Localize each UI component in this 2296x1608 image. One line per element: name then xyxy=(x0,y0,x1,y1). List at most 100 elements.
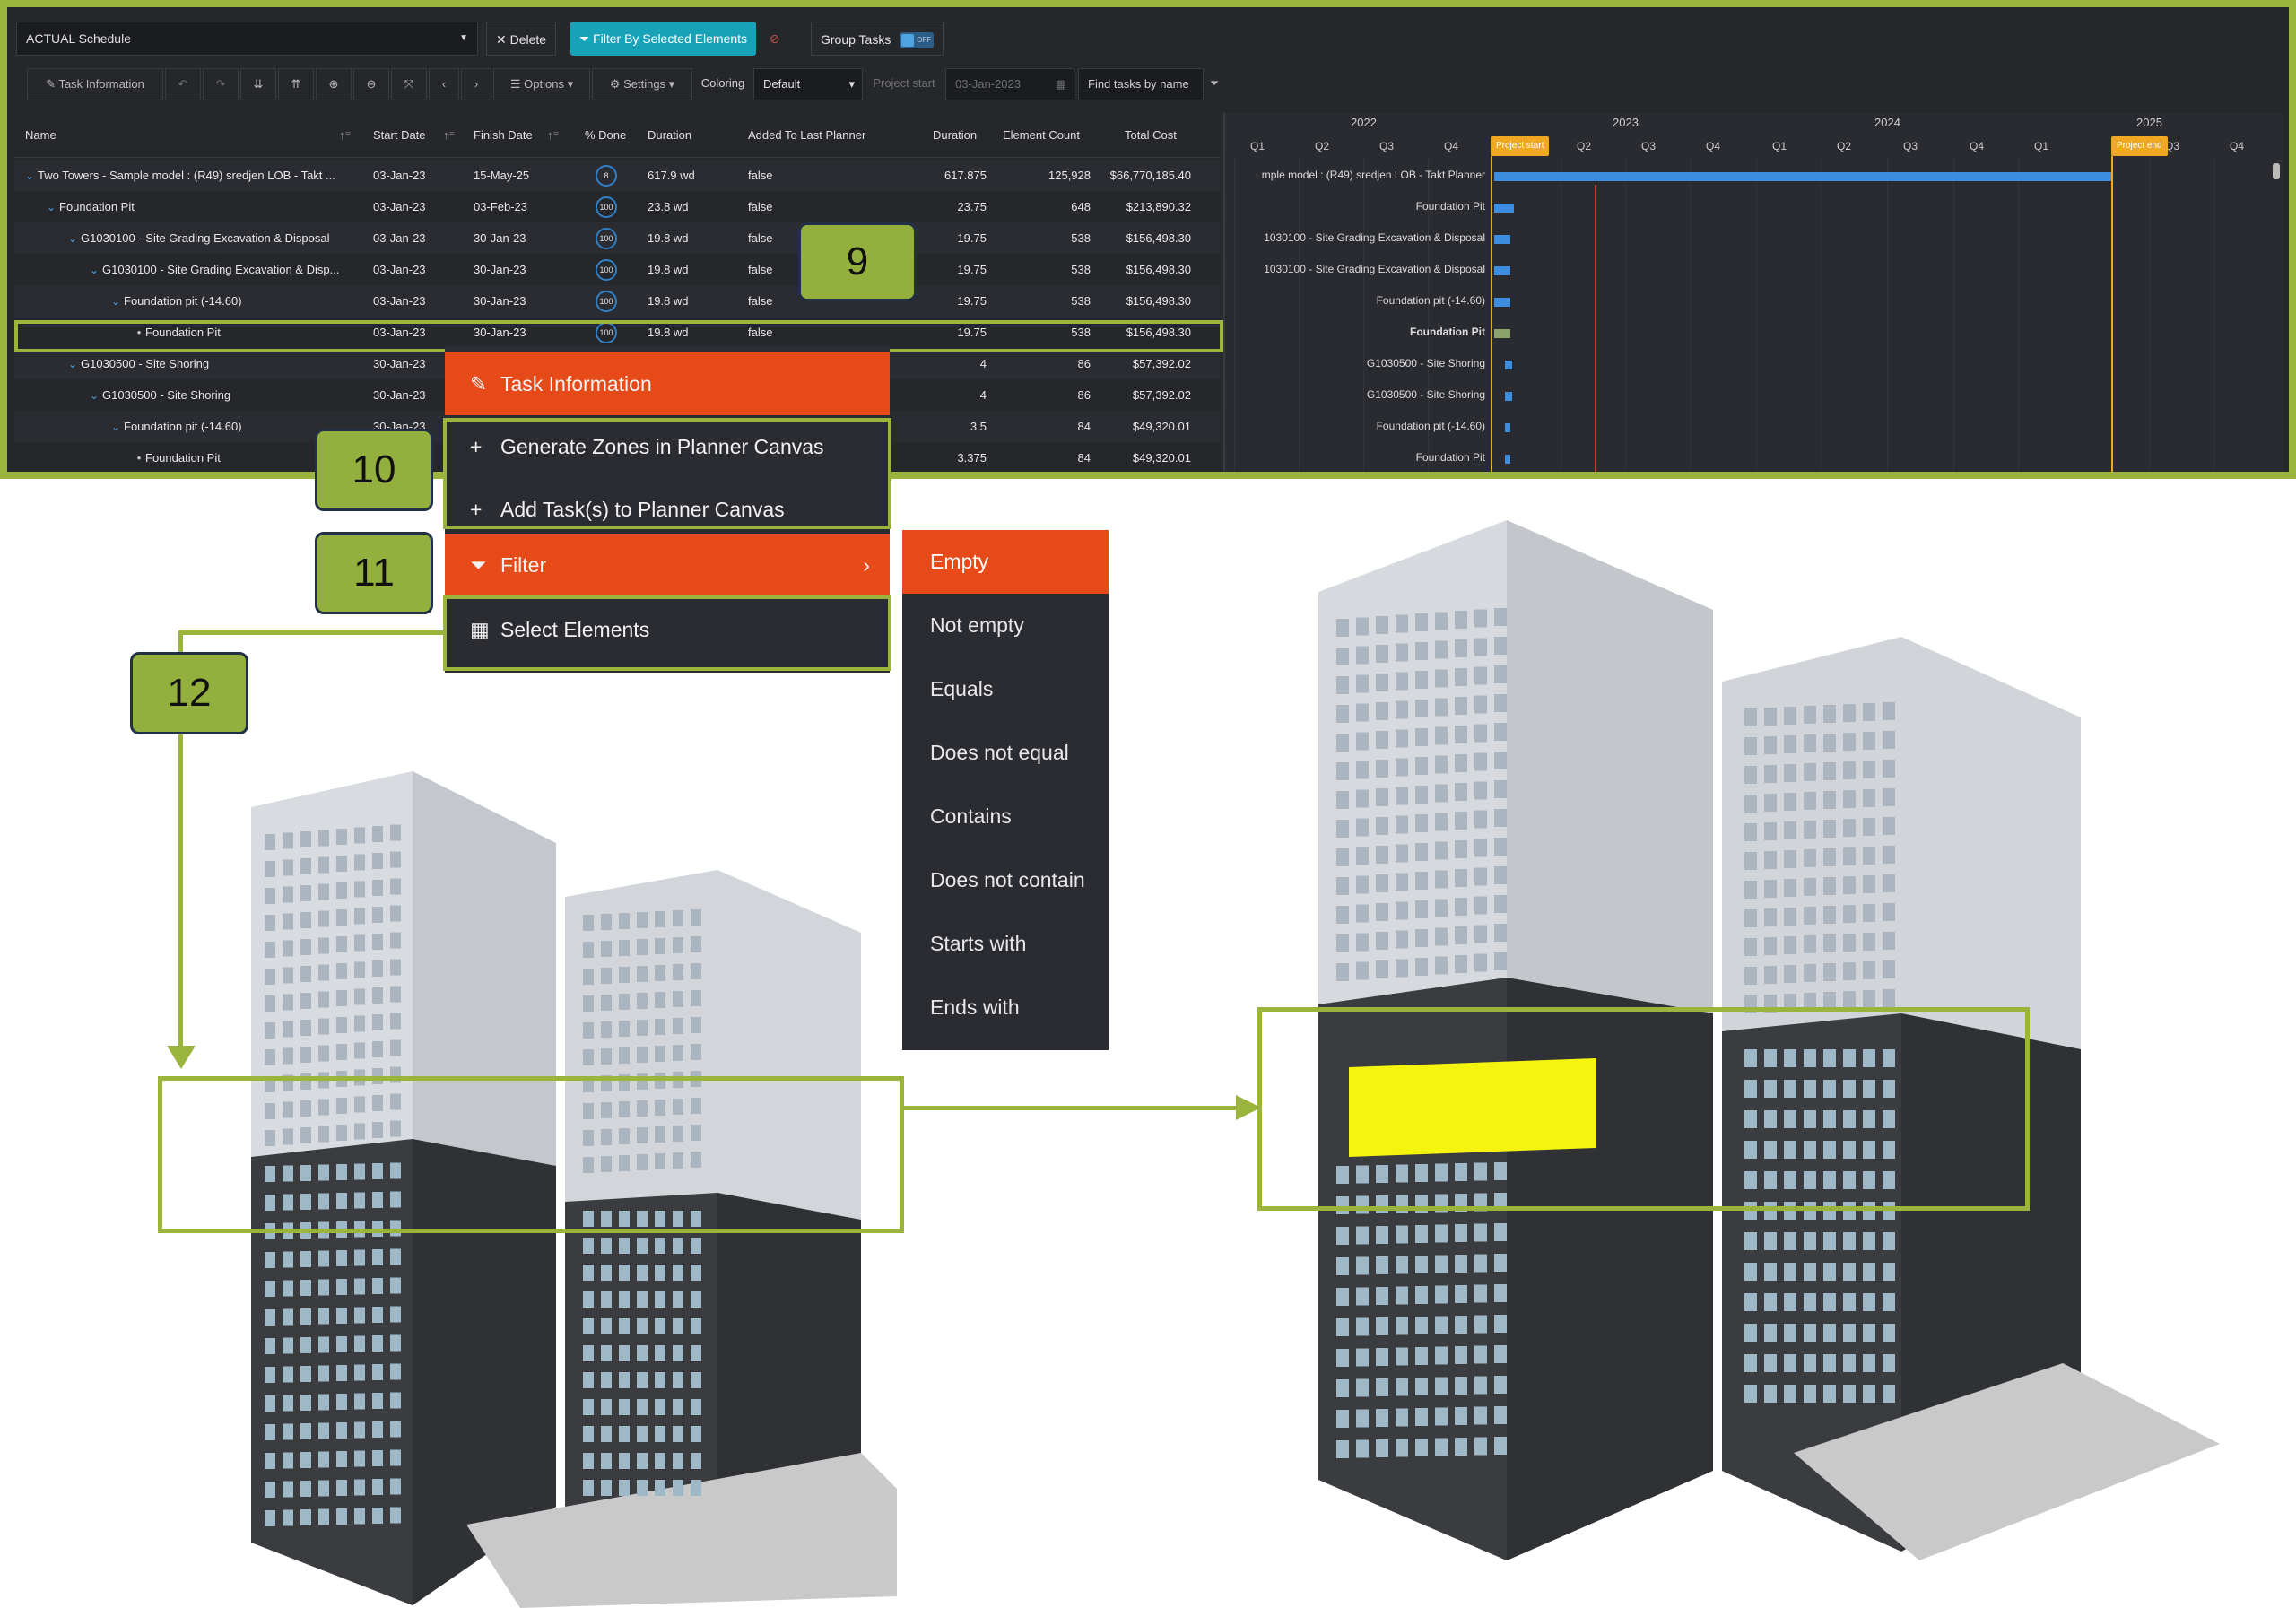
options-button[interactable]: ☰ Options ▾ xyxy=(493,68,590,100)
gear-icon: ⚙ xyxy=(609,77,624,91)
gantt-gridline xyxy=(1887,158,1888,472)
task-name: Foundation pit (-14.60) xyxy=(124,294,242,308)
table-row[interactable]: ⌄ Foundation pit (-14.60) 03-Jan-23 30-Jan-… xyxy=(14,285,1221,317)
task-name-cell[interactable]: ⌄ G1030500 - Site Shoring xyxy=(68,348,364,379)
task-name-cell[interactable]: ⌄ G1030500 - Site Shoring xyxy=(90,379,364,411)
table-row[interactable]: ⌄ G1030100 - Site Grading Excavation & Di… xyxy=(14,222,1221,254)
col-element-count[interactable]: Element Count xyxy=(1003,113,1080,158)
duration-cell: 617.9 wd xyxy=(648,169,695,182)
filter-option[interactable]: Not empty xyxy=(902,594,1109,657)
menu-item-filter[interactable]: ⏷ Filter › xyxy=(445,534,890,596)
chevron-down-icon[interactable]: ⌄ xyxy=(68,349,81,379)
bullet-icon: • xyxy=(136,451,142,465)
col-start-date[interactable]: Start Date xyxy=(373,113,426,158)
sort-icon[interactable]: ↑⁼ xyxy=(547,113,559,158)
filter-option[interactable]: Does not equal xyxy=(902,721,1109,785)
year-label: 2023 xyxy=(1613,116,1639,129)
gantt-bar[interactable] xyxy=(1494,235,1510,244)
chevron-down-icon[interactable]: ⌄ xyxy=(90,255,102,285)
chevron-down-icon[interactable]: ⌄ xyxy=(90,380,102,411)
filter-option[interactable]: Equals xyxy=(902,657,1109,721)
gantt-bar[interactable] xyxy=(1494,204,1514,213)
gantt-task-label: Foundation Pit xyxy=(1410,326,1485,338)
group-tasks-toggle[interactable]: OFF xyxy=(900,32,935,49)
col-percent-done[interactable]: % Done xyxy=(585,113,626,158)
total-cost-cell: $49,320.01 xyxy=(1132,420,1191,433)
chevron-down-icon[interactable]: ⌄ xyxy=(25,161,38,191)
gantt-bar[interactable] xyxy=(1494,298,1510,307)
group-tasks-control[interactable]: Group Tasks OFF xyxy=(811,22,944,56)
duration-cell: 23.8 wd xyxy=(648,200,689,213)
task-name: Foundation Pit xyxy=(59,200,135,213)
element-count-cell: 538 xyxy=(1071,231,1091,245)
gantt-bar[interactable] xyxy=(1505,455,1510,464)
zoom-in-icon[interactable]: ⊕ xyxy=(316,68,352,100)
gantt-bar[interactable] xyxy=(1494,172,2111,181)
filter-option[interactable]: Contains xyxy=(902,785,1109,848)
chevron-down-icon[interactable]: ⌄ xyxy=(111,412,124,442)
col-total-cost[interactable]: Total Cost xyxy=(1125,113,1177,158)
col-name[interactable]: Name xyxy=(25,113,57,158)
scroll-left-icon[interactable]: ‹ xyxy=(429,68,459,100)
coloring-select[interactable]: Default ▾ xyxy=(753,68,863,100)
fit-icon[interactable]: ⤧ xyxy=(391,68,427,100)
vertical-scrollbar[interactable] xyxy=(2273,163,2280,179)
percent-done-ring: 100 xyxy=(596,228,617,249)
total-cost-cell: $49,320.01 xyxy=(1132,451,1191,465)
chevron-down-icon[interactable]: ⌄ xyxy=(68,223,81,254)
menu-item-task-information[interactable]: ✎ Task Information xyxy=(445,352,890,415)
filter-option[interactable]: Does not contain xyxy=(902,848,1109,912)
task-name-cell[interactable]: ⌄ Foundation pit (-14.60) xyxy=(111,285,364,317)
undo-icon[interactable]: ↶ xyxy=(165,68,201,100)
filter-option[interactable]: Ends with xyxy=(902,976,1109,1039)
gantt-bar[interactable] xyxy=(1505,423,1510,432)
gantt-bar[interactable] xyxy=(1505,392,1512,401)
project-start-marker: Project start xyxy=(1491,136,1550,156)
element-count-cell: 86 xyxy=(1077,357,1091,370)
gantt-bar[interactable] xyxy=(1494,329,1510,338)
project-start-input[interactable]: 03-Jan-2023 ▦ xyxy=(945,68,1074,100)
col-duration[interactable]: Duration xyxy=(648,113,691,158)
redo-icon[interactable]: ↷ xyxy=(203,68,239,100)
sort-icon[interactable]: ↑⁼ xyxy=(339,113,351,158)
funnel-icon: ⏷ xyxy=(579,31,594,46)
chevron-down-icon: ▾ xyxy=(848,77,855,91)
task-name-cell[interactable]: ⌄ Foundation Pit xyxy=(47,191,364,222)
filter-option[interactable]: Empty xyxy=(902,530,1109,594)
sort-icon[interactable]: ↑⁼ xyxy=(443,113,455,158)
task-name-cell[interactable]: ⌄ G1030100 - Site Grading Excavation & Di… xyxy=(68,222,364,254)
expand-all-icon[interactable]: ⇊ xyxy=(240,68,276,100)
start-date-cell: 03-Jan-23 xyxy=(373,263,426,276)
table-row[interactable]: ⌄ Two Towers - Sample model : (R49) sredj… xyxy=(14,160,1221,191)
zoom-out-icon[interactable]: ⊖ xyxy=(353,68,389,100)
delete-button[interactable]: ✕ Delete xyxy=(486,22,557,56)
collapse-all-icon[interactable]: ⇈ xyxy=(278,68,314,100)
col-finish-date[interactable]: Finish Date xyxy=(474,113,533,158)
task-name-cell[interactable]: ⌄ Two Towers - Sample model : (R49) sredj… xyxy=(25,160,364,191)
task-name-cell[interactable]: ⌄ G1030100 - Site Grading Excavation & Di… xyxy=(90,254,364,285)
quarter-label: Q1 xyxy=(1772,140,1787,152)
clear-filter-icon[interactable]: ⊘ xyxy=(761,22,789,56)
chevron-down-icon[interactable]: ⌄ xyxy=(111,286,124,317)
table-row[interactable]: ⌄ G1030100 - Site Grading Excavation & Di… xyxy=(14,254,1221,285)
table-row[interactable]: ⌄ Foundation Pit 03-Jan-23 03-Feb-23 100 23.8… xyxy=(14,191,1221,222)
gantt-task-label: Foundation pit (-14.60) xyxy=(1376,294,1485,307)
gantt-task-label: G1030500 - Site Shoring xyxy=(1366,388,1485,401)
filter-by-selected-button[interactable]: ⏷ Filter By Selected Elements xyxy=(570,22,757,56)
gantt-bar[interactable] xyxy=(1505,361,1512,369)
chevron-down-icon[interactable]: ⌄ xyxy=(47,192,59,222)
settings-button[interactable]: ⚙ Settings ▾ xyxy=(592,68,692,100)
added-last-planner-cell: false xyxy=(748,200,773,213)
scroll-right-icon[interactable]: › xyxy=(461,68,491,100)
filter-option[interactable]: Starts with xyxy=(902,912,1109,976)
find-tasks-input[interactable]: Find tasks by name xyxy=(1078,68,1204,100)
col-duration-2[interactable]: Duration xyxy=(933,113,977,158)
connector-line xyxy=(178,630,183,652)
element-count-cell: 84 xyxy=(1077,451,1091,465)
filter-icon[interactable]: ⏷ xyxy=(1202,68,1227,100)
task-information-button[interactable]: ✎ Task Information xyxy=(27,68,163,100)
percent-done-ring: 8 xyxy=(596,165,617,187)
col-added-last-planner[interactable]: Added To Last Planner xyxy=(748,113,865,158)
schedule-selector[interactable]: ACTUAL Schedule ▼ xyxy=(16,22,478,56)
gantt-bar[interactable] xyxy=(1494,266,1510,275)
